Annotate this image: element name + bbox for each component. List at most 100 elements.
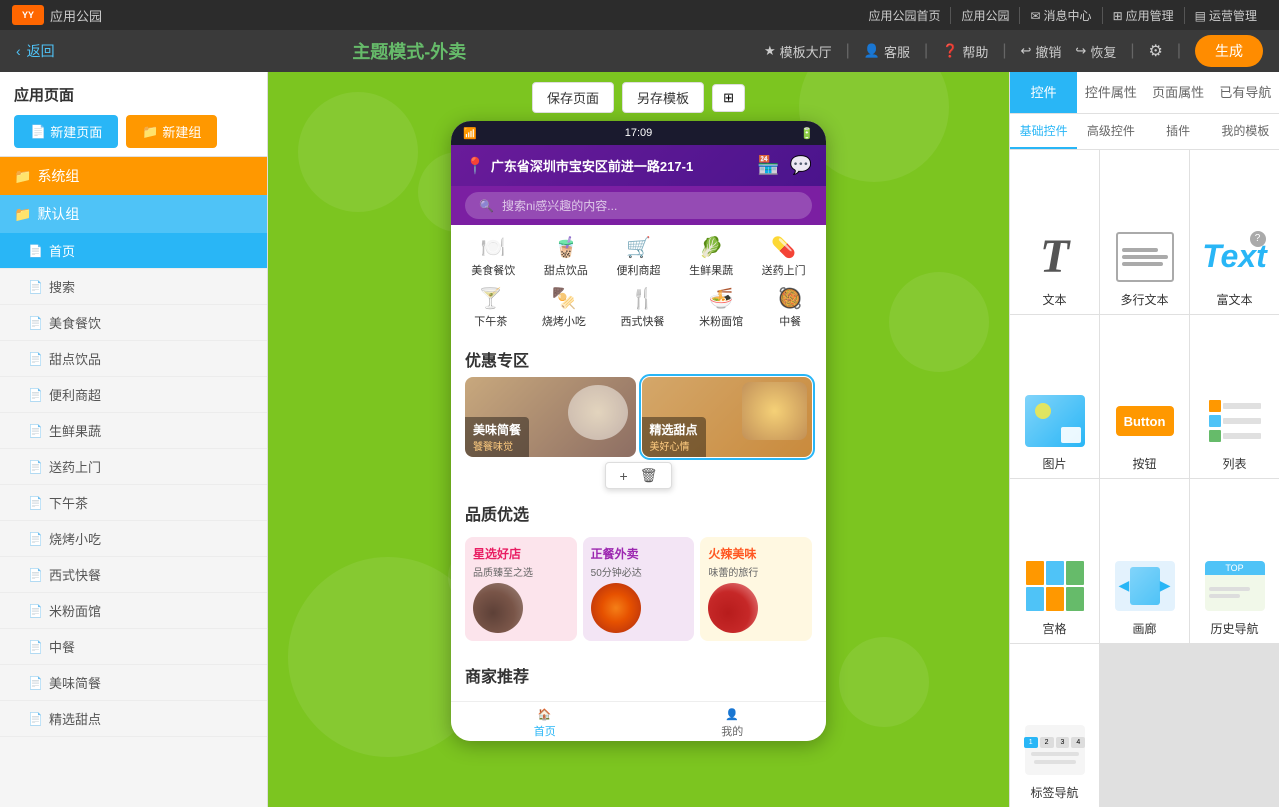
tab-control-props[interactable]: 控件属性 bbox=[1077, 72, 1144, 113]
settings-btn[interactable]: ⚙ bbox=[1149, 41, 1163, 61]
quality-card-1[interactable]: 星选好店 品质臻至之选 bbox=[465, 537, 577, 641]
cat-medicine[interactable]: 💊 送药上门 bbox=[762, 235, 806, 278]
left-sidebar: 应用页面 📄 新建页面 📁 新建组 📁 系统组 📁 默认组 bbox=[0, 72, 268, 807]
sep1: | bbox=[846, 42, 850, 60]
promo-card-2[interactable]: 精选甜点 美好心情 bbox=[642, 377, 813, 457]
page-item-food[interactable]: 📄 美食餐饮 bbox=[0, 305, 267, 341]
tab-nav[interactable]: 已有导航 bbox=[1212, 72, 1279, 113]
sidebar-header: 应用页面 📄 新建页面 📁 新建组 bbox=[0, 72, 267, 157]
page-item-simple[interactable]: 📄 美味简餐 bbox=[0, 665, 267, 701]
page-item-fresh[interactable]: 📄 生鲜果蔬 bbox=[0, 413, 267, 449]
tab-my-templates[interactable]: 我的模板 bbox=[1212, 114, 1279, 149]
customer-service-btn[interactable]: 👤 客服 bbox=[864, 42, 910, 61]
cat-bbq[interactable]: 🍢 烧烤小吃 bbox=[542, 286, 586, 329]
widget-text[interactable]: T 文本 bbox=[1010, 150, 1099, 314]
list-widget-icon bbox=[1200, 391, 1270, 451]
page-icon: 📄 bbox=[28, 244, 43, 258]
right-panel: 控件 控件属性 页面属性 已有导航 基础控件 高级控件 插件 我的模板 T 文本 bbox=[1009, 72, 1279, 807]
redo-btn[interactable]: ↪ 恢复 bbox=[1075, 42, 1116, 61]
page-item-search[interactable]: 📄 搜索 bbox=[0, 269, 267, 305]
sep5: | bbox=[1177, 42, 1181, 60]
main-layout: 应用页面 📄 新建页面 📁 新建组 📁 系统组 📁 默认组 bbox=[0, 72, 1279, 807]
promo-section: 优惠专区 美味简餐 饕餮味觉 bbox=[451, 339, 826, 465]
undo-btn[interactable]: ↩ 撤销 bbox=[1021, 42, 1062, 61]
profile-icon: 👤 bbox=[725, 708, 739, 721]
page-item-convenience[interactable]: 📄 便利商超 bbox=[0, 377, 267, 413]
page-icon: 📄 bbox=[28, 568, 43, 582]
page-item-medicine[interactable]: 📄 送药上门 bbox=[0, 449, 267, 485]
quality-card-2[interactable]: 正餐外卖 50分钟必达 bbox=[583, 537, 695, 641]
help-btn[interactable]: ❓ 帮助 bbox=[942, 42, 988, 61]
tab-page-props[interactable]: 页面属性 bbox=[1145, 72, 1212, 113]
page-title: 主题模式-外卖 bbox=[352, 38, 466, 64]
widget-grid[interactable]: 宫格 bbox=[1010, 479, 1099, 643]
save-as-template-button[interactable]: 另存模板 bbox=[622, 82, 704, 113]
cat-fresh[interactable]: 🥬 生鲜果蔬 bbox=[689, 235, 733, 278]
widget-button[interactable]: Button 按钮 bbox=[1100, 315, 1189, 479]
widget-history-nav[interactable]: TOP 历史导航 bbox=[1190, 479, 1279, 643]
cat-noodle[interactable]: 🍜 米粉面馆 bbox=[699, 286, 743, 329]
widget-gallery[interactable]: ◀ ▶ 画廊 bbox=[1100, 479, 1189, 643]
quality-card-3[interactable]: 火辣美味 味蕾的旅行 bbox=[700, 537, 812, 641]
cat-tea[interactable]: 🍸 下午茶 bbox=[474, 286, 507, 329]
cat-mart[interactable]: 🛒 便利商超 bbox=[616, 235, 660, 278]
page-item-chinese[interactable]: 📄 中餐 bbox=[0, 629, 267, 665]
cat-dessert[interactable]: 🧋 甜点饮品 bbox=[544, 235, 588, 278]
back-button[interactable]: ‹ 返回 bbox=[16, 41, 55, 61]
cat-chinese[interactable]: 🥘 中餐 bbox=[778, 286, 803, 329]
tab-basic-controls[interactable]: 基础控件 bbox=[1010, 114, 1077, 149]
search-input[interactable]: 🔍 搜索ni感兴趣的内容... bbox=[465, 192, 812, 219]
group-default[interactable]: 📁 默认组 bbox=[0, 195, 267, 233]
promo-title: 优惠专区 bbox=[451, 339, 826, 377]
logo-area: YY 应用公园 bbox=[12, 5, 102, 25]
cat-western[interactable]: 🍴 西式快餐 bbox=[621, 286, 665, 329]
generate-button[interactable]: 生成 bbox=[1195, 35, 1263, 67]
expand-button[interactable]: ⊞ bbox=[712, 84, 745, 112]
nav-link-messages[interactable]: ✉消息中心 bbox=[1020, 7, 1102, 24]
widget-image[interactable]: 图片 bbox=[1010, 315, 1099, 479]
page-icon: 📄 bbox=[28, 604, 43, 618]
tab-plugins[interactable]: 插件 bbox=[1145, 114, 1212, 149]
new-page-button[interactable]: 📄 新建页面 bbox=[14, 115, 118, 148]
nav-link-app-mgmt[interactable]: ⊞应用管理 bbox=[1103, 7, 1185, 24]
page-item-noodle[interactable]: 📄 米粉面馆 bbox=[0, 593, 267, 629]
center-canvas: 保存页面 另存模板 ⊞ 📶 17:09 🔋 📍 广东省深圳市宝安区前进一路217… bbox=[268, 72, 1009, 807]
card-action-bar: + 🗑 bbox=[605, 462, 673, 489]
new-group-button[interactable]: 📁 新建组 bbox=[126, 115, 217, 148]
redo-icon: ↪ bbox=[1075, 43, 1086, 59]
page-item-western[interactable]: 📄 西式快餐 bbox=[0, 557, 267, 593]
noodle-icon: 🍜 bbox=[709, 286, 734, 311]
merchant-title: 商家推荐 bbox=[465, 657, 812, 693]
nav-link-ops[interactable]: ▤运营管理 bbox=[1185, 7, 1267, 24]
phone-status-bar: 📶 17:09 🔋 bbox=[451, 121, 826, 145]
page-item-sweets[interactable]: 📄 精选甜点 bbox=[0, 701, 267, 737]
widget-multitext[interactable]: 多行文本 bbox=[1100, 150, 1189, 314]
search-icon: 🔍 bbox=[479, 199, 494, 213]
page-item-home[interactable]: 📄 首页 bbox=[0, 233, 267, 269]
group-system[interactable]: 📁 系统组 bbox=[0, 157, 267, 195]
tab-controls[interactable]: 控件 bbox=[1010, 72, 1077, 113]
undo-icon: ↩ bbox=[1021, 43, 1032, 59]
widget-list[interactable]: 列表 bbox=[1190, 315, 1279, 479]
folder-icon: 📁 bbox=[142, 124, 158, 140]
page-icon: 📄 bbox=[28, 424, 43, 438]
delete-card-button[interactable]: 🗑 bbox=[640, 467, 658, 484]
text-widget-icon: T bbox=[1020, 227, 1090, 287]
add-card-button[interactable]: + bbox=[620, 467, 628, 484]
mart-icon: 🛒 bbox=[626, 235, 651, 260]
page-item-tea[interactable]: 📄 下午茶 bbox=[0, 485, 267, 521]
template-hall-btn[interactable]: ★ 模板大厅 bbox=[764, 42, 832, 61]
nav-link-app[interactable]: 应用公园 bbox=[951, 7, 1020, 24]
cat-food[interactable]: 🍽️ 美食餐饮 bbox=[471, 235, 515, 278]
nav-link-home[interactable]: 应用公园首页 bbox=[858, 7, 951, 24]
promo-card-1[interactable]: 美味简餐 饕餮味觉 bbox=[465, 377, 636, 457]
widget-richtext[interactable]: Text ? 富文本 bbox=[1190, 150, 1279, 314]
sep3: | bbox=[1002, 42, 1006, 60]
bottom-tab-home[interactable]: 🏠 首页 bbox=[534, 708, 556, 739]
page-item-bbq[interactable]: 📄 烧烤小吃 bbox=[0, 521, 267, 557]
page-item-dessert[interactable]: 📄 甜点饮品 bbox=[0, 341, 267, 377]
widget-tag-nav[interactable]: 1 2 3 4 标签导航 bbox=[1010, 644, 1099, 807]
bottom-tab-profile[interactable]: 👤 我的 bbox=[721, 708, 743, 739]
tab-advanced-controls[interactable]: 高级控件 bbox=[1077, 114, 1144, 149]
save-page-button[interactable]: 保存页面 bbox=[532, 82, 614, 113]
